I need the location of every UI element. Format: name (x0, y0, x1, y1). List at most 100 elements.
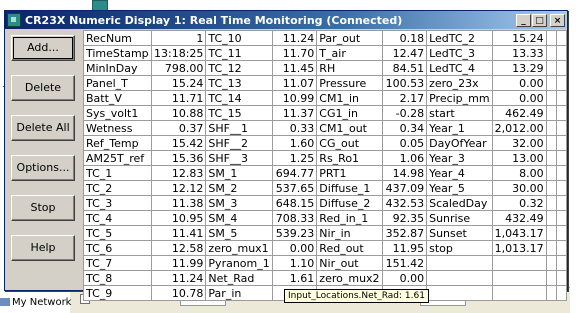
field-value-cell[interactable]: 1.61 (271, 270, 318, 286)
options-button[interactable]: Options... (11, 155, 75, 181)
field-value-cell[interactable]: 0.33 (271, 120, 318, 136)
field-name-cell[interactable]: LedTC_4 (426, 60, 493, 76)
field-name-cell[interactable]: Nir_in (316, 225, 383, 241)
field-value-cell[interactable]: 648.15 (271, 195, 318, 211)
field-name-cell[interactable]: Par_in (205, 285, 273, 301)
field-name-cell[interactable]: stop (426, 240, 493, 256)
field-value-cell[interactable]: 1 (150, 30, 207, 46)
field-name-cell[interactable]: SHF__2 (205, 135, 273, 151)
field-value-cell[interactable]: 100.53 (381, 75, 428, 91)
field-name-cell[interactable] (545, 240, 558, 256)
field-name-cell[interactable] (545, 270, 558, 286)
field-name-cell[interactable]: Wetness (83, 120, 152, 136)
my-network-desktop-item[interactable]: My Network (0, 297, 71, 308)
field-value-cell[interactable]: 0.18 (381, 30, 428, 46)
field-value-cell[interactable] (491, 285, 547, 301)
field-value-cell[interactable]: 352.87 (381, 225, 428, 241)
field-name-cell[interactable]: TC_4 (83, 210, 152, 226)
field-name-cell[interactable]: MinInDay (83, 60, 152, 76)
field-name-cell[interactable]: TC_6 (83, 240, 152, 256)
field-name-cell[interactable]: Sys_volt1 (83, 105, 152, 121)
field-value-cell[interactable] (556, 270, 567, 286)
field-name-cell[interactable]: start (426, 105, 493, 121)
field-value-cell[interactable]: 432.53 (381, 195, 428, 211)
field-name-cell[interactable] (545, 150, 558, 166)
maximize-button[interactable]: □ (532, 13, 547, 27)
field-value-cell[interactable]: 13.29 (491, 60, 547, 76)
field-value-cell[interactable] (556, 30, 567, 46)
field-name-cell[interactable]: CG_out (316, 135, 383, 151)
field-value-cell[interactable] (556, 150, 567, 166)
field-name-cell[interactable] (545, 60, 558, 76)
field-value-cell[interactable] (556, 210, 567, 226)
field-value-cell[interactable]: 1,013.17 (491, 240, 547, 256)
field-value-cell[interactable]: 0.00 (381, 270, 428, 286)
field-value-cell[interactable]: 11.95 (381, 240, 428, 256)
field-name-cell[interactable]: zero_mux2 (316, 270, 383, 286)
field-name-cell[interactable]: Sunrise (426, 210, 493, 226)
field-value-cell[interactable]: 8.00 (491, 165, 547, 181)
title-bar[interactable]: CR23X Numeric Display 1: Real Time Monit… (5, 11, 567, 29)
field-value-cell[interactable]: 798.00 (150, 60, 207, 76)
field-name-cell[interactable]: Nir_out (316, 255, 383, 271)
field-name-cell[interactable]: Batt_V (83, 90, 152, 106)
field-name-cell[interactable] (545, 120, 558, 136)
field-name-cell[interactable]: Diffuse_2 (316, 195, 383, 211)
field-value-cell[interactable]: 11.71 (150, 90, 207, 106)
field-name-cell[interactable]: TC_3 (83, 195, 152, 211)
field-value-cell[interactable]: 0.34 (381, 120, 428, 136)
field-value-cell[interactable]: 11.45 (271, 60, 318, 76)
field-value-cell[interactable]: 15.24 (491, 30, 547, 46)
field-value-cell[interactable]: 15.42 (150, 135, 207, 151)
field-name-cell[interactable]: RecNum (83, 30, 152, 46)
field-value-cell[interactable] (556, 60, 567, 76)
field-name-cell[interactable]: TC_5 (83, 225, 152, 241)
field-value-cell[interactable]: 1.06 (381, 150, 428, 166)
field-value-cell[interactable] (556, 165, 567, 181)
field-value-cell[interactable]: 13:18:25 (150, 45, 207, 61)
field-value-cell[interactable]: 13.00 (491, 150, 547, 166)
field-value-cell[interactable]: 10.88 (150, 105, 207, 121)
field-name-cell[interactable]: Rs_Ro1 (316, 150, 383, 166)
field-value-cell[interactable] (556, 105, 567, 121)
field-value-cell[interactable] (556, 120, 567, 136)
field-name-cell[interactable]: CG1_in (316, 105, 383, 121)
field-value-cell[interactable]: 15.24 (150, 75, 207, 91)
field-value-cell[interactable]: 537.65 (271, 180, 318, 196)
field-value-cell[interactable]: 0.37 (150, 120, 207, 136)
field-value-cell[interactable]: 10.99 (271, 90, 318, 106)
field-name-cell[interactable] (545, 45, 558, 61)
field-name-cell[interactable] (545, 180, 558, 196)
field-value-cell[interactable] (556, 90, 567, 106)
field-name-cell[interactable]: LedTC_2 (426, 30, 493, 46)
field-value-cell[interactable]: 0.00 (271, 240, 318, 256)
field-name-cell[interactable]: TC_13 (205, 75, 273, 91)
field-value-cell[interactable]: 11.41 (150, 225, 207, 241)
field-name-cell[interactable]: Sunset (426, 225, 493, 241)
field-name-cell[interactable]: zero_mux1 (205, 240, 273, 256)
field-name-cell[interactable]: SM_3 (205, 195, 273, 211)
stop-button[interactable]: Stop (11, 195, 75, 221)
field-name-cell[interactable]: TC_14 (205, 90, 273, 106)
field-name-cell[interactable]: SM_2 (205, 180, 273, 196)
field-value-cell[interactable]: 0.32 (491, 195, 547, 211)
field-name-cell[interactable]: Pyranom_1 (205, 255, 273, 271)
field-value-cell[interactable]: 462.49 (491, 105, 547, 121)
field-value-cell[interactable] (556, 135, 567, 151)
field-name-cell[interactable]: TC_15 (205, 105, 273, 121)
field-value-cell[interactable]: 13.33 (491, 45, 547, 61)
field-name-cell[interactable]: ScaledDay (426, 195, 493, 211)
field-name-cell[interactable]: Precip_mm (426, 90, 493, 106)
field-name-cell[interactable]: TC_12 (205, 60, 273, 76)
field-name-cell[interactable] (545, 135, 558, 151)
field-name-cell[interactable] (545, 195, 558, 211)
field-name-cell[interactable]: CM1_out (316, 120, 383, 136)
field-value-cell[interactable]: 0.05 (381, 135, 428, 151)
field-name-cell[interactable] (545, 255, 558, 271)
field-value-cell[interactable]: 11.70 (271, 45, 318, 61)
field-name-cell[interactable] (545, 165, 558, 181)
field-value-cell[interactable] (556, 240, 567, 256)
field-name-cell[interactable]: TC_2 (83, 180, 152, 196)
field-value-cell[interactable]: 15.36 (150, 150, 207, 166)
field-name-cell[interactable]: AM25T_ref (83, 150, 152, 166)
